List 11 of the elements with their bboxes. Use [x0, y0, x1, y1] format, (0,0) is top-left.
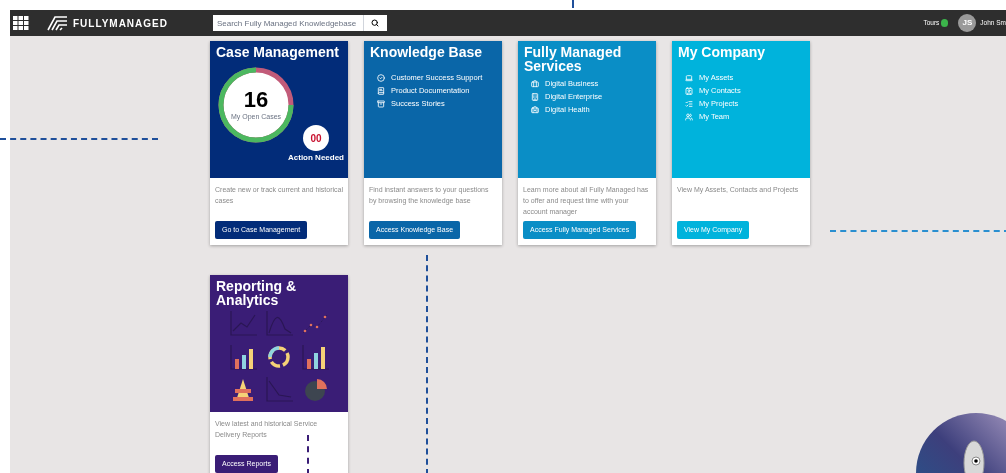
- card-title: Case Management: [215, 43, 340, 59]
- card-title: Knowledge Base: [369, 43, 484, 59]
- search-field[interactable]: Search Fully Managed Knowledgebase: [212, 15, 363, 31]
- card-title: My Company: [677, 43, 767, 59]
- action-needed-count: 00: [303, 125, 329, 151]
- action-needed-label: Action Needed: [288, 153, 344, 162]
- card-title: Reporting & Analytics: [215, 277, 298, 307]
- card-title: Fully Managed Services: [523, 43, 623, 73]
- open-cases-count: 16: [243, 89, 269, 111]
- user-avatar[interactable]: JS: [958, 14, 977, 32]
- brand-name: FULLYMANAGED: [73, 16, 168, 31]
